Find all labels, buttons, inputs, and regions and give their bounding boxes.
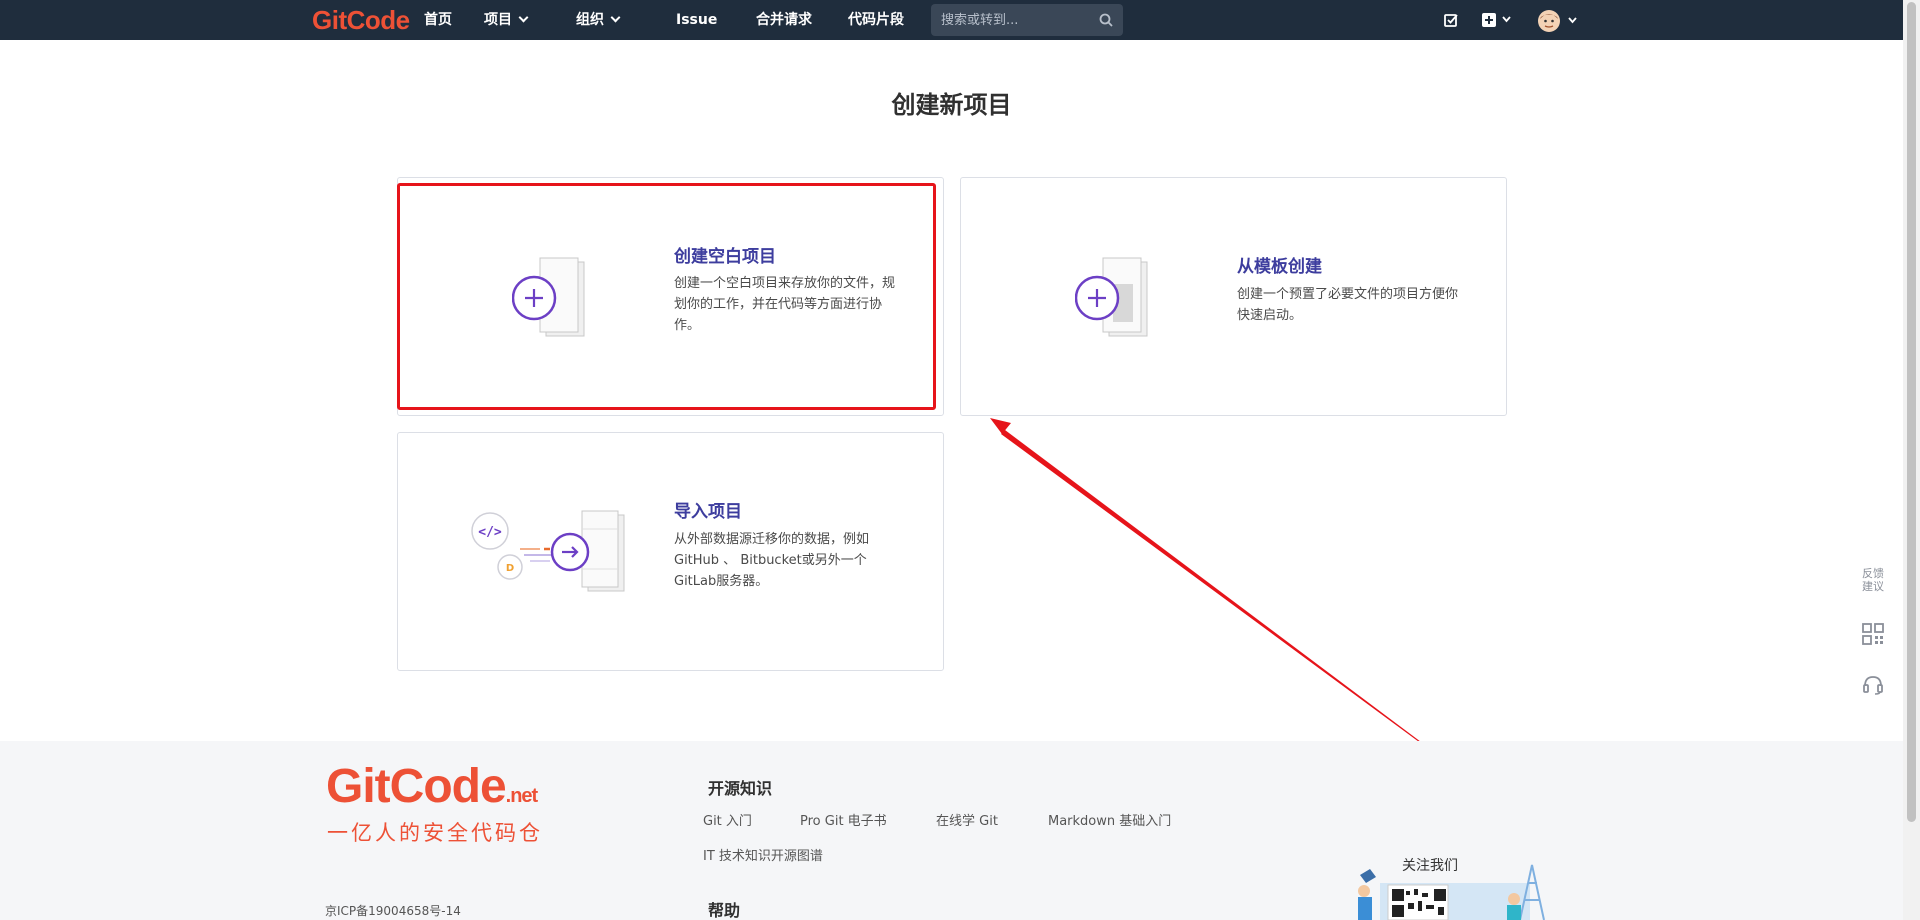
footer-link[interactable]: IT 技术知识开源图谱: [703, 845, 823, 864]
vertical-scrollbar[interactable]: [1903, 0, 1920, 920]
footer-link[interactable]: Pro Git 电子书: [800, 810, 887, 829]
page: GitCode 首页 项目 组织 Issue 合并请求 代码片段 搜索或转到..…: [0, 0, 1920, 920]
footer-section-title: 开源知识: [708, 779, 773, 798]
footer-slogan: 一亿人的安全代码仓: [327, 821, 543, 845]
follow-us-label: 关注我们: [1402, 858, 1458, 874]
qrcode-icon[interactable]: [1862, 623, 1884, 645]
footer-section-title: 帮助: [708, 901, 741, 920]
customer-service-icon[interactable]: [1862, 674, 1884, 696]
footer: [0, 741, 1903, 920]
footer-link[interactable]: Git 入门: [703, 810, 752, 829]
icp-license-link[interactable]: 京ICP备19004658号-14: [325, 902, 461, 919]
scrollbar-thumb[interactable]: [1907, 2, 1916, 822]
footer-link[interactable]: Markdown 基础入门: [1048, 810, 1171, 829]
footer-logo: GitCode.net: [326, 760, 538, 813]
footer-link[interactable]: 在线学 Git: [936, 810, 998, 829]
feedback-button[interactable]: 反馈建议: [1853, 567, 1893, 593]
